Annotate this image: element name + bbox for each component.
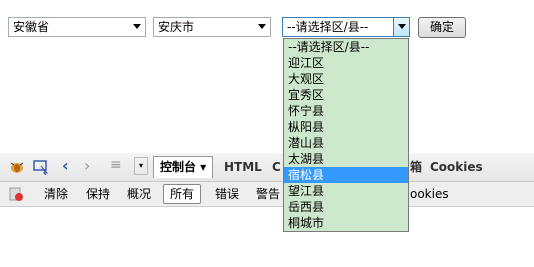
clear-button[interactable]: 清除 [44, 186, 68, 202]
tab-dom[interactable]: 箱 [410, 158, 422, 176]
tab-css[interactable]: C [272, 158, 281, 176]
list-item[interactable]: 枞阳县 [284, 119, 408, 135]
list-item[interactable]: 宜秀区 [284, 87, 408, 103]
district-dropdown-button[interactable] [393, 18, 409, 36]
list-item[interactable]: 宿松县 [284, 167, 408, 183]
list-item[interactable]: 桐城市 [284, 215, 408, 231]
confirm-button[interactable]: 确定 [418, 17, 466, 38]
list-item[interactable]: 潜山县 [284, 135, 408, 151]
clear-console-icon[interactable] [8, 186, 24, 202]
list-item[interactable]: 岳西县 [284, 199, 408, 215]
profile-button[interactable]: 概况 [127, 186, 151, 202]
list-item[interactable]: 大观区 [284, 71, 408, 87]
list-item[interactable]: 太湖县 [284, 151, 408, 167]
district-select-value: --请选择区/县-- [287, 20, 369, 34]
list-item[interactable]: 迎江区 [284, 55, 408, 71]
forward-icon[interactable]: › [84, 156, 90, 175]
tab-list-icon[interactable]: ▾ [134, 157, 148, 175]
city-select-value: 安庆市 [158, 20, 195, 34]
tab-cookies[interactable]: Cookies [430, 158, 483, 176]
chevron-down-icon [133, 24, 141, 29]
province-select-value: 安徽省 [13, 20, 50, 34]
district-select[interactable]: --请选择区/县-- [282, 17, 410, 37]
province-select[interactable]: 安徽省 [8, 17, 146, 37]
list-item[interactable]: 望江县 [284, 183, 408, 199]
inspect-icon[interactable] [32, 159, 50, 175]
filter-warnings[interactable]: 警告 [256, 186, 280, 202]
firebug-icon[interactable] [8, 159, 26, 175]
list-item[interactable]: --请选择区/县-- [284, 39, 408, 55]
city-select[interactable]: 安庆市 [153, 17, 271, 37]
chevron-down-icon [398, 24, 406, 29]
filter-errors[interactable]: 错误 [215, 186, 239, 202]
persist-button[interactable]: 保持 [86, 186, 110, 202]
filter-all[interactable]: 所有 [163, 184, 202, 204]
tab-console[interactable]: 控制台 ▾ [153, 156, 214, 178]
list-item[interactable]: 怀宁县 [284, 103, 408, 119]
tab-html[interactable]: HTML [224, 158, 262, 176]
chevron-down-icon [258, 24, 266, 29]
menu-icon[interactable]: ≡ [110, 157, 122, 173]
back-icon[interactable]: ‹ [62, 156, 69, 175]
filter-cookies[interactable]: ookies [410, 186, 449, 202]
district-dropdown-list: --请选择区/县-- 迎江区 大观区 宜秀区 怀宁县 枞阳县 潜山县 太湖县 宿… [283, 38, 409, 232]
